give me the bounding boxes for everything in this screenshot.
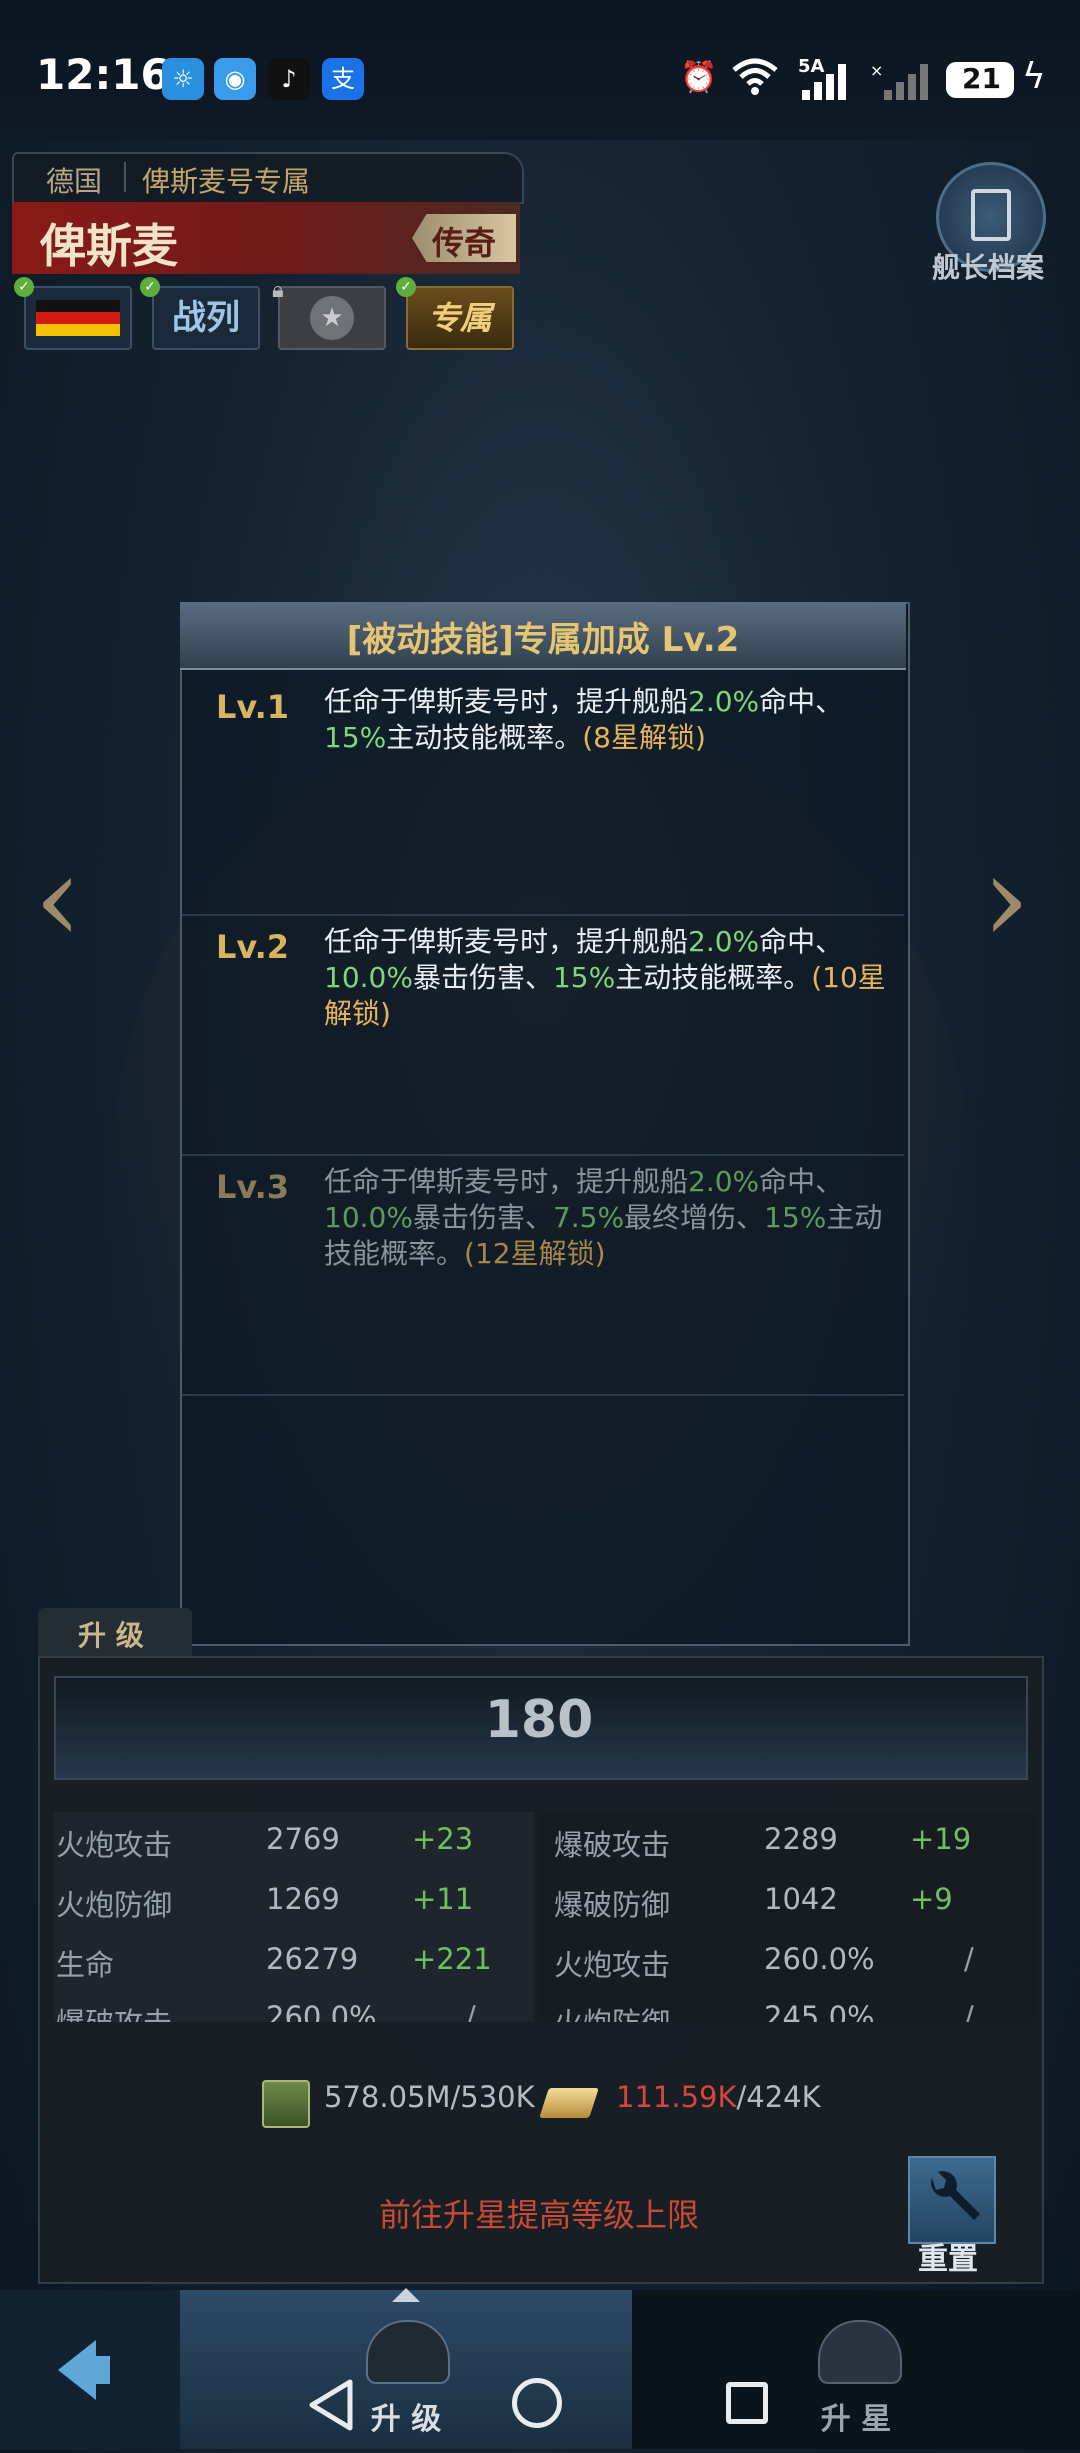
stat-gain: +11	[412, 1882, 474, 1916]
stat-gain: /	[466, 2000, 476, 2022]
stat-gain: /	[964, 1942, 974, 1976]
exclusive-label: 俾斯麦号专属	[142, 165, 311, 198]
row-divider	[182, 1394, 904, 1396]
goto-star-up-link[interactable]: 前往升星提高等级上限	[38, 2190, 1040, 2236]
stat-name: 生命	[56, 1948, 115, 1982]
system-back-icon[interactable]	[306, 2378, 356, 2436]
status-time: 12:16	[36, 50, 170, 99]
nav-upgrade-label: 升 级	[370, 2402, 442, 2437]
check-icon: ✓	[396, 277, 416, 297]
stat-gain: +9	[910, 1882, 953, 1916]
manual-book-icon	[262, 2080, 310, 2128]
stat-name: 火炮防御	[554, 2000, 670, 2022]
signal-sim2-icon: ×	[870, 61, 932, 104]
stat-value: 26279	[266, 1942, 359, 1976]
charging-icon: ϟ	[1022, 56, 1046, 97]
lock-icon: 🔒︎	[272, 278, 284, 303]
skill-level-label: Lv.2	[216, 928, 290, 966]
gold-bar-icon	[539, 2088, 599, 2118]
system-recents-icon[interactable]	[726, 2382, 768, 2424]
stats-scroll-area[interactable]: 火炮攻击 2769 +23 火炮防御 1269 +11 生命 26279 +22…	[54, 1812, 1038, 2022]
upgrade-tab-label: 升 级	[78, 1619, 144, 1652]
clipboard-icon	[971, 189, 1011, 241]
skill-title: [被动技能]专属加成 Lv.2	[346, 620, 740, 660]
stat-value: 2769	[266, 1822, 340, 1856]
stat-value: 260.0%	[266, 2000, 377, 2022]
active-indicator	[392, 2288, 420, 2302]
back-button[interactable]	[0, 2290, 180, 2449]
system-home-icon[interactable]	[512, 2378, 562, 2428]
cost-book-value: 578.05M/530K	[324, 2080, 535, 2114]
stat-value: 245.0%	[764, 2000, 875, 2022]
wifi-icon	[730, 56, 780, 100]
skill-level-description: 任命于俾斯麦号时，提升舰船2.0%命中、10.0%暴击伤害、15%主动技能概率。…	[324, 925, 886, 1030]
next-arrow-icon[interactable]: ›	[982, 830, 1030, 969]
locked-tag[interactable]: ★	[278, 286, 386, 350]
skill-level-description: 任命于俾斯麦号时，提升舰船2.0%命中、10.0%暴击伤害、7.5%最终增伤、1…	[324, 1165, 883, 1270]
wrench-icon	[931, 2171, 980, 2220]
skill-detail-panel	[180, 602, 910, 1646]
nav-upgrade-tab[interactable]: 升 级	[180, 2288, 632, 2449]
stat-name: 爆破攻击	[56, 2000, 172, 2022]
back-arrow-icon	[58, 2340, 110, 2400]
stat-value: 1042	[764, 1882, 838, 1916]
captain-name: 俾斯麦	[40, 219, 178, 273]
skill-level-label: Lv.3	[216, 1168, 290, 1206]
check-icon: ✓	[14, 277, 34, 297]
nation-label: 德国	[46, 165, 103, 198]
officer-cap-icon	[366, 2320, 450, 2384]
skill-level-label: Lv.1	[216, 688, 290, 726]
stat-name: 火炮攻击	[554, 1948, 671, 1982]
tiktok-icon: ♪	[268, 58, 310, 100]
cost-gold-value: 111.59K/424K	[616, 2080, 821, 2114]
browser-icon: ◉	[214, 58, 256, 100]
ship-type-tag[interactable]: 战列	[152, 286, 260, 350]
exclusive-tag[interactable]: 专属	[406, 286, 514, 350]
germany-flag-icon	[36, 300, 120, 336]
skill-level-description: 任命于俾斯麦号时，提升舰船2.0%命中、15%主动技能概率。(8星解锁)	[324, 685, 844, 754]
nav-star-up-label: 升 星	[820, 2402, 892, 2437]
stat-gain: /	[964, 2000, 974, 2022]
row-divider	[182, 914, 904, 916]
stat-value: 260.0%	[764, 1942, 875, 1976]
alarm-icon: ⏰	[680, 60, 718, 95]
alipay-icon: 支	[322, 58, 364, 100]
stat-value: 1269	[266, 1882, 340, 1916]
stat-name: 火炮防御	[56, 1888, 173, 1922]
nav-star-up-tab[interactable]: 升 星	[632, 2290, 1080, 2449]
stat-name: 爆破防御	[554, 1888, 671, 1922]
divider	[124, 162, 126, 192]
row-divider	[182, 1154, 904, 1156]
officer-cap-star-icon	[818, 2320, 902, 2384]
nation-flag-tag[interactable]	[24, 286, 132, 350]
svg-text:×: ×	[870, 62, 883, 80]
stat-name: 火炮攻击	[56, 1828, 173, 1862]
stat-value: 2289	[764, 1822, 838, 1856]
check-icon: ✓	[140, 277, 160, 297]
reset-button[interactable]	[908, 2156, 996, 2244]
stat-name: 爆破攻击	[554, 1828, 671, 1862]
star-medal-icon: ★	[310, 296, 354, 340]
signal-icon	[798, 62, 860, 104]
stat-gain: +23	[412, 1822, 474, 1856]
captain-level: 180	[484, 1690, 594, 1750]
stat-gain: +221	[412, 1942, 492, 1976]
previous-arrow-icon[interactable]: ‹	[34, 830, 82, 969]
rarity-label: 传奇	[432, 224, 497, 262]
reset-label: 重置	[918, 2242, 978, 2277]
battery-level: 21	[962, 62, 1001, 95]
stat-gain: +19	[910, 1822, 972, 1856]
tplink-icon: ☼	[162, 58, 204, 100]
captain-archive-label: 舰长档案	[932, 251, 1045, 284]
